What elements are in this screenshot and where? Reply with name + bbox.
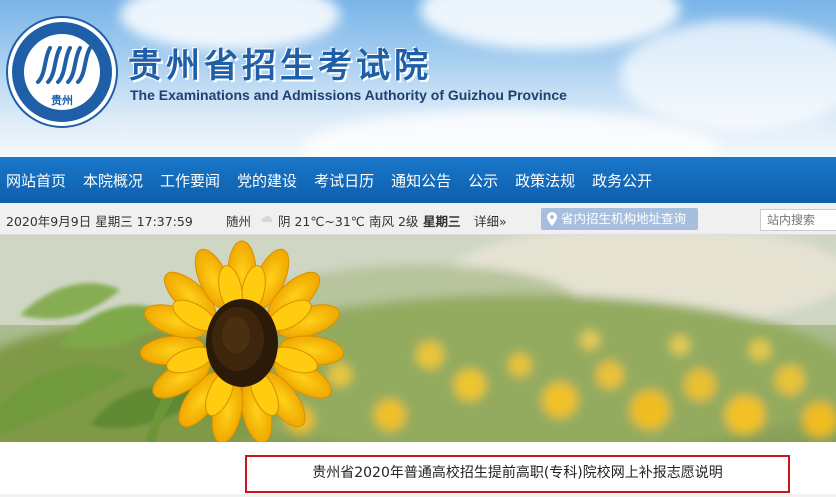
weather-detail-link[interactable]: 详细» [474,211,507,230]
nav-item-publicity[interactable]: 公示 [468,170,515,191]
nav-item-policy[interactable]: 政策法规 [515,170,592,191]
site-logo[interactable]: 贵州 [8,18,116,126]
weather-temperature: 阴 21℃~31℃ [278,214,365,229]
nav-item-notices[interactable]: 通知公告 [391,170,468,191]
site-search-input[interactable] [760,209,836,231]
weather-wind: 南风 2级 [369,214,419,229]
cloud-decoration [300,110,720,157]
site-title[interactable]: 贵州省招生考试院 [128,38,432,87]
nav-item-news[interactable]: 工作要闻 [160,170,237,191]
weather-weekday: 星期三 [423,214,461,229]
logo-text: 贵州 [51,94,73,107]
cloud-icon [261,215,273,222]
sunflower-banner-image [0,235,836,442]
nav-item-home[interactable]: 网站首页 [0,170,83,191]
site-header: 贵州 贵州省招生考试院 The Examinations and Admissi… [0,0,836,157]
address-lookup-button[interactable]: 省内招生机构地址查询 [541,208,698,230]
cloud-decoration [620,20,836,130]
nav-item-gov-affairs[interactable]: 政务公开 [592,170,669,191]
address-lookup-label: 省内招生机构地址查询 [561,211,687,226]
logo-wave-icon [36,46,92,84]
sunflower-banner [0,235,836,442]
main-nav: 网站首页 本院概况 工作要闻 党的建设 考试日历 通知公告 公示 政策法规 政务… [0,157,836,203]
weather-city: 随州 [226,214,252,229]
featured-notice-link[interactable]: 贵州省2020年普通高校招生提前高职(专科)院校网上补报志愿说明 [245,455,790,493]
location-pin-icon [547,212,557,226]
current-datetime: 2020年9月9日 星期三 17:37:59 [6,214,193,229]
info-bar: 2020年9月9日 星期三 17:37:59 随州 阴 21℃~31℃ 南风 2… [0,203,836,235]
logo-inner-ring: 贵州 [24,34,100,110]
site-subtitle: The Examinations and Admissions Authorit… [130,87,567,103]
nav-item-about[interactable]: 本院概况 [83,170,160,191]
nav-item-exam-calendar[interactable]: 考试日历 [314,170,391,191]
nav-item-party[interactable]: 党的建设 [237,170,314,191]
